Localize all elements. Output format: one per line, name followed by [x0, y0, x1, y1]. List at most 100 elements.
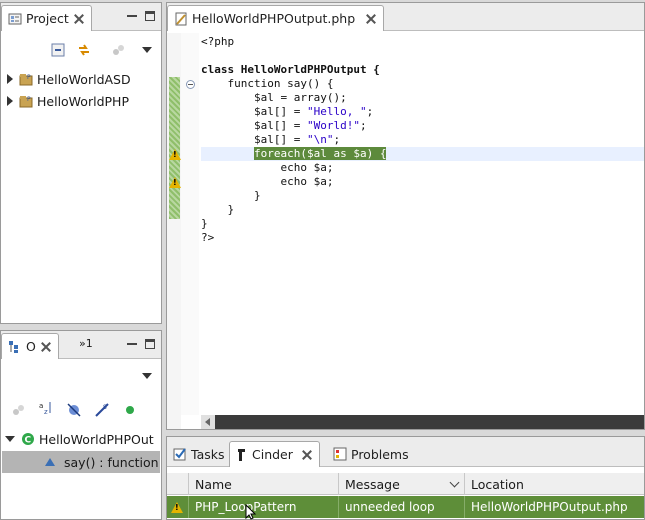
sort-chevron-down-icon — [449, 477, 460, 488]
maximize-button[interactable] — [145, 339, 155, 349]
svg-text:P: P — [27, 74, 31, 81]
code-line: $al[] = "\n"; — [201, 133, 341, 146]
svg-text:S: S — [103, 404, 107, 411]
cell-message: unneeded loop — [339, 496, 465, 518]
code-text[interactable]: <?php class HelloWorldPHPOutput { functi… — [201, 35, 644, 245]
view-menu-chevron-down-icon[interactable] — [142, 47, 152, 53]
maximize-button[interactable] — [145, 11, 155, 21]
tab-outline-label: O — [26, 339, 36, 354]
editor: HelloWorldPHPOutput.php <?php class Hell… — [166, 2, 645, 430]
string-literal: "Hello, " — [306, 105, 367, 118]
warning-icon — [171, 501, 183, 513]
cell-name: PHP_LoopPattern — [189, 496, 339, 518]
tab-project[interactable]: Project — [1, 5, 92, 31]
cell-location: HelloWorldPHPOutput.php — [471, 500, 628, 514]
tree-item-label: HelloWorldPHPOut — [39, 431, 154, 447]
tab-tasks[interactable]: Tasks — [167, 441, 231, 467]
mouse-cursor-icon — [245, 504, 257, 520]
column-header-location[interactable]: Location — [465, 473, 644, 495]
minimize-button[interactable] — [127, 339, 137, 345]
tree-item-label: say() : function — [64, 454, 159, 470]
code-line: ?> — [201, 231, 215, 244]
horizontal-scrollbar[interactable] — [201, 415, 644, 429]
code-line: } — [201, 217, 208, 230]
filter-icon[interactable] — [11, 403, 25, 417]
code-line: function say() { — [201, 77, 334, 90]
expand-arrow-icon[interactable] — [7, 96, 13, 106]
hide-fields-icon[interactable] — [67, 403, 81, 417]
editor-tabbar: HelloWorldPHPOutput.php — [167, 3, 644, 31]
folding-ruler — [181, 33, 199, 415]
more-views-chevron[interactable]: »1 — [79, 337, 93, 350]
column-header-label: Name — [195, 476, 232, 492]
row-icon-cell — [167, 496, 189, 518]
minimize-button[interactable] — [127, 11, 137, 17]
collapse-all-icon[interactable] — [51, 43, 65, 57]
project-toolbar — [1, 37, 161, 63]
column-header-name[interactable]: Name — [189, 473, 339, 495]
table-header: Name Message Location — [167, 473, 644, 495]
tab-outline[interactable]: O — [1, 333, 59, 359]
code-line: $al[] = "Hello, "; — [201, 105, 374, 118]
tab-project-label: Project — [26, 11, 69, 26]
string-literal: "\n" — [306, 133, 334, 146]
close-icon[interactable] — [365, 13, 377, 25]
view-menu-chevron-down-icon[interactable] — [142, 373, 152, 379]
hide-static-icon[interactable]: S — [95, 403, 109, 417]
code-line: } — [201, 189, 261, 202]
close-icon[interactable] — [301, 449, 313, 461]
svg-text:a: a — [39, 402, 43, 410]
tab-editor-file[interactable]: HelloWorldPHPOutput.php — [167, 5, 385, 31]
code-line: $al = array(); — [201, 91, 347, 104]
tree-item-label: HelloWorldPHP — [37, 93, 129, 109]
warning-icon[interactable] — [169, 149, 181, 160]
project-view-icon — [8, 13, 22, 24]
filter-icon[interactable] — [111, 43, 125, 57]
code-line: $al[] = "World!"; — [201, 119, 367, 132]
string-literal: "World!" — [306, 119, 360, 132]
sort-az-icon[interactable]: az — [39, 401, 53, 415]
code-line: } — [201, 203, 235, 216]
code-line: <?php — [201, 35, 235, 48]
column-header-message[interactable]: Message — [339, 473, 465, 495]
svg-text:P: P — [27, 96, 31, 103]
link-with-editor-icon[interactable] — [77, 43, 91, 57]
tab-tasks-label: Tasks — [191, 446, 225, 462]
close-icon[interactable] — [40, 341, 52, 353]
tree-item-class[interactable]: C HelloWorldPHPOut — [1, 429, 161, 449]
tasks-icon — [173, 448, 186, 461]
outline-view-icon — [9, 340, 18, 353]
collapse-arrow-icon[interactable] — [5, 436, 15, 442]
cinder-icon — [238, 448, 245, 461]
tree-item-label: HelloWorldASD — [37, 71, 131, 87]
bottom-panel: Tasks Cinder Problems Name Message Locat… — [166, 436, 645, 520]
php-project-icon: P — [19, 96, 33, 108]
tab-cinder-label: Cinder — [252, 447, 293, 462]
table-row[interactable]: PHP_LoopPattern unneeded loop HelloWorld… — [167, 496, 644, 518]
fold-collapse-icon[interactable] — [186, 80, 195, 89]
warning-icon[interactable] — [169, 177, 181, 188]
php-file-icon — [175, 12, 187, 25]
expand-arrow-icon[interactable] — [7, 74, 13, 84]
php-project-icon: P — [19, 74, 33, 86]
project-view: Project P HelloWorldASD P HelloWorldPHP — [0, 2, 162, 324]
hide-nonpublic-icon[interactable] — [123, 403, 137, 417]
bottom-tabbar: Tasks Cinder Problems — [167, 437, 644, 467]
column-header-label: Location — [471, 476, 524, 492]
code-line: echo $a; — [201, 161, 334, 174]
code-line: echo $a; — [201, 175, 334, 188]
close-icon[interactable] — [73, 13, 85, 25]
change-ruler — [169, 77, 180, 219]
tab-problems[interactable]: Problems — [327, 441, 415, 467]
tree-item-project[interactable]: P HelloWorldASD — [1, 69, 161, 89]
scroll-left-icon[interactable] — [201, 415, 215, 429]
tab-problems-label: Problems — [351, 446, 409, 462]
column-header-blank — [167, 473, 189, 495]
tree-item-project[interactable]: P HelloWorldPHP — [1, 91, 161, 111]
class-icon: C — [22, 433, 34, 446]
code-line: class HelloWorldPHPOutput { — [201, 63, 380, 76]
tab-cinder[interactable]: Cinder — [229, 441, 320, 467]
problems-icon — [333, 447, 347, 461]
tree-item-function[interactable]: say() : function — [2, 451, 160, 473]
